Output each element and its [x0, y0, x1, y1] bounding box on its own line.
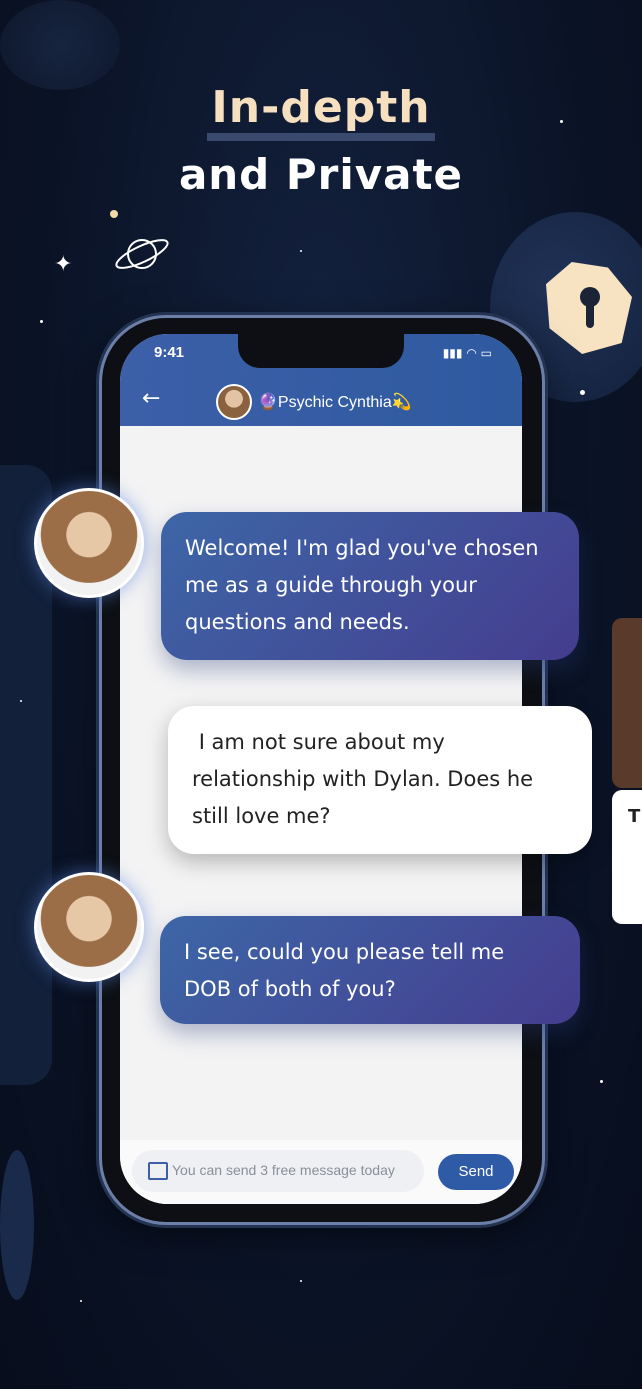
psychic-name: 🔮Psychic Cynthia💫: [258, 394, 412, 411]
star-icon: [110, 210, 118, 218]
message-bubble-psychic: I see, could you please tell me DOB of b…: [160, 916, 580, 1024]
star-icon: [80, 1300, 82, 1302]
side-card-image: [612, 618, 642, 788]
message-bubble-psychic: Welcome! I'm glad you've chosen me as a …: [161, 512, 579, 660]
background-orb: [0, 0, 120, 90]
image-attach-icon[interactable]: [148, 1162, 168, 1180]
status-icons: ▮▮▮ ◠ ▭: [443, 346, 492, 360]
star-icon: [20, 700, 22, 702]
star-icon: [40, 320, 43, 323]
battery-icon: ▭: [480, 346, 492, 360]
status-time: 9:41: [154, 344, 185, 361]
phone-notch: [238, 334, 404, 368]
star-icon: [300, 1280, 302, 1282]
keyhole-slot: [586, 300, 594, 328]
background-orb: [0, 1150, 34, 1300]
message-input-bar: You can send 3 free message today Send: [120, 1140, 522, 1204]
star-icon: [600, 1080, 603, 1083]
psychic-avatar-small[interactable]: [216, 384, 252, 420]
wifi-icon: ◠: [466, 346, 477, 360]
sparkle-icon: ✦: [54, 252, 73, 277]
headline-primary: In-depth: [0, 82, 642, 141]
message-bubble-user: I am not sure about my relationship with…: [168, 706, 592, 854]
side-card-title: T: [628, 806, 641, 827]
psychic-avatar: [34, 488, 144, 598]
headline-secondary: and Private: [178, 150, 464, 199]
signal-icon: ▮▮▮: [442, 346, 463, 360]
send-button[interactable]: Send: [438, 1154, 514, 1190]
back-arrow-icon[interactable]: ←: [142, 386, 160, 411]
star-icon: [300, 250, 302, 252]
planet-icon: [115, 239, 169, 269]
chat-header: 9:41 ▮▮▮ ◠ ▭ ← 🔮Psychic Cynthia💫: [120, 334, 522, 426]
message-input[interactable]: You can send 3 free message today: [132, 1150, 424, 1192]
star-icon: [580, 390, 585, 395]
psychic-avatar: [34, 872, 144, 982]
message-placeholder: You can send 3 free message today: [172, 1162, 395, 1178]
